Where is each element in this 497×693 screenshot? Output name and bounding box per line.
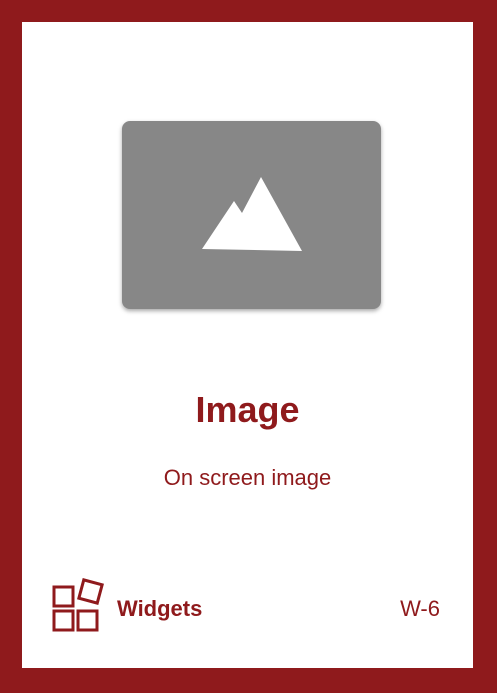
card-subtitle: On screen image: [163, 465, 332, 490]
category-label: Widgets: [117, 596, 203, 621]
widgets-icon: [52, 578, 104, 632]
card-code: W-6: [400, 596, 440, 621]
card-frame: Image On screen image Widgets W-6: [0, 0, 497, 693]
card-title: Image: [195, 389, 300, 430]
mountain-image-icon: [202, 177, 302, 251]
widget-card: Image On screen image Widgets W-6: [22, 22, 473, 668]
image-placeholder: [122, 121, 381, 309]
